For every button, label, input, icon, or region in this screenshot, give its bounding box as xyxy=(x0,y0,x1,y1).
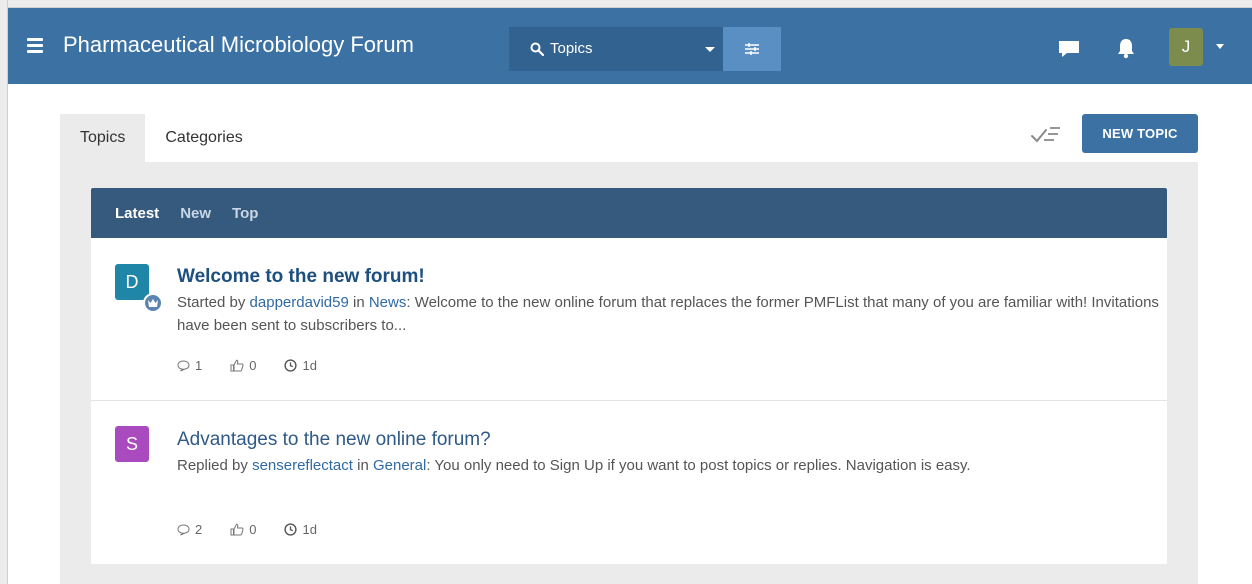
like-count: 0 xyxy=(230,358,256,373)
reply-count-value: 2 xyxy=(195,522,203,537)
topic-age: 1d xyxy=(284,358,317,373)
chevron-down-icon xyxy=(705,47,715,52)
like-count: 0 xyxy=(230,522,256,537)
site-title[interactable]: Pharmaceutical Microbiology Forum xyxy=(63,32,414,58)
topic-row: S Advantages to the new online forum? Re… xyxy=(91,402,1167,564)
clock-icon xyxy=(284,523,298,536)
topic-stats: 2 0 1d xyxy=(177,522,345,537)
new-topic-button[interactable]: NEW TOPIC xyxy=(1082,114,1198,153)
topic-action: Replied by xyxy=(177,457,248,474)
filter-new[interactable]: New xyxy=(180,205,211,222)
category-link[interactable]: News xyxy=(369,294,407,311)
search-icon xyxy=(530,42,544,56)
topic-age: 1d xyxy=(284,522,317,537)
in-word: in xyxy=(352,294,365,311)
tab-topics[interactable]: Topics xyxy=(60,114,146,162)
topic-title[interactable]: Welcome to the new forum! xyxy=(177,266,425,288)
sort-filter-bar: Latest New Top xyxy=(91,188,1167,238)
reply-count-value: 1 xyxy=(195,358,203,373)
reply-count: 1 xyxy=(177,358,202,373)
author-avatar[interactable]: D xyxy=(115,264,149,300)
mark-all-read-icon[interactable] xyxy=(1030,122,1066,144)
like-count-value: 0 xyxy=(249,358,257,373)
bell-icon[interactable] xyxy=(1116,37,1136,59)
menu-icon[interactable] xyxy=(27,38,43,53)
search-scope-dropdown[interactable]: Topics xyxy=(509,27,723,71)
main-tabs: Topics Categories xyxy=(60,114,263,162)
search-filter-button[interactable] xyxy=(723,27,781,71)
topic-action: Started by xyxy=(177,294,246,311)
excerpt-text: : You only need to Sign Up if you want t… xyxy=(426,457,971,474)
in-word: in xyxy=(357,457,369,474)
author-link[interactable]: sensereflectact xyxy=(252,457,353,474)
reply-count: 2 xyxy=(177,522,202,537)
topic-age-value: 1d xyxy=(302,522,317,537)
filter-latest[interactable]: Latest xyxy=(115,205,159,222)
author-avatar[interactable]: S xyxy=(115,426,149,462)
comment-icon xyxy=(177,523,190,535)
topic-age-value: 1d xyxy=(302,358,317,373)
moderator-crown-icon xyxy=(143,293,163,313)
topic-title[interactable]: Advantages to the new online forum? xyxy=(177,429,491,451)
filter-top[interactable]: Top xyxy=(232,205,258,222)
like-count-value: 0 xyxy=(249,522,257,537)
top-navbar: Pharmaceutical Microbiology Forum Topics xyxy=(8,8,1252,84)
author-link[interactable]: dapperdavid59 xyxy=(250,294,349,311)
topic-stats: 1 0 1d xyxy=(177,358,345,373)
window-frame-left xyxy=(0,0,8,584)
topic-excerpt: Started by dapperdavid59 in News: Welcom… xyxy=(177,291,1167,337)
clock-icon xyxy=(284,359,298,372)
search-scope-label: Topics xyxy=(550,40,593,57)
search-bar: Topics xyxy=(509,27,781,71)
tab-categories[interactable]: Categories xyxy=(145,114,262,162)
chat-icon[interactable] xyxy=(1058,40,1080,58)
topic-row: D Welcome to the new forum! Started by d… xyxy=(91,238,1167,401)
comment-icon xyxy=(177,359,190,371)
thumbs-up-icon xyxy=(230,523,244,536)
topic-excerpt: Replied by sensereflectact in General: Y… xyxy=(177,454,1167,477)
chevron-down-icon[interactable] xyxy=(1216,44,1224,49)
sliders-icon xyxy=(745,43,759,55)
thumbs-up-icon xyxy=(230,359,244,372)
category-link[interactable]: General xyxy=(373,457,426,474)
user-avatar[interactable]: J xyxy=(1169,28,1203,66)
window-frame-top xyxy=(0,0,1252,8)
